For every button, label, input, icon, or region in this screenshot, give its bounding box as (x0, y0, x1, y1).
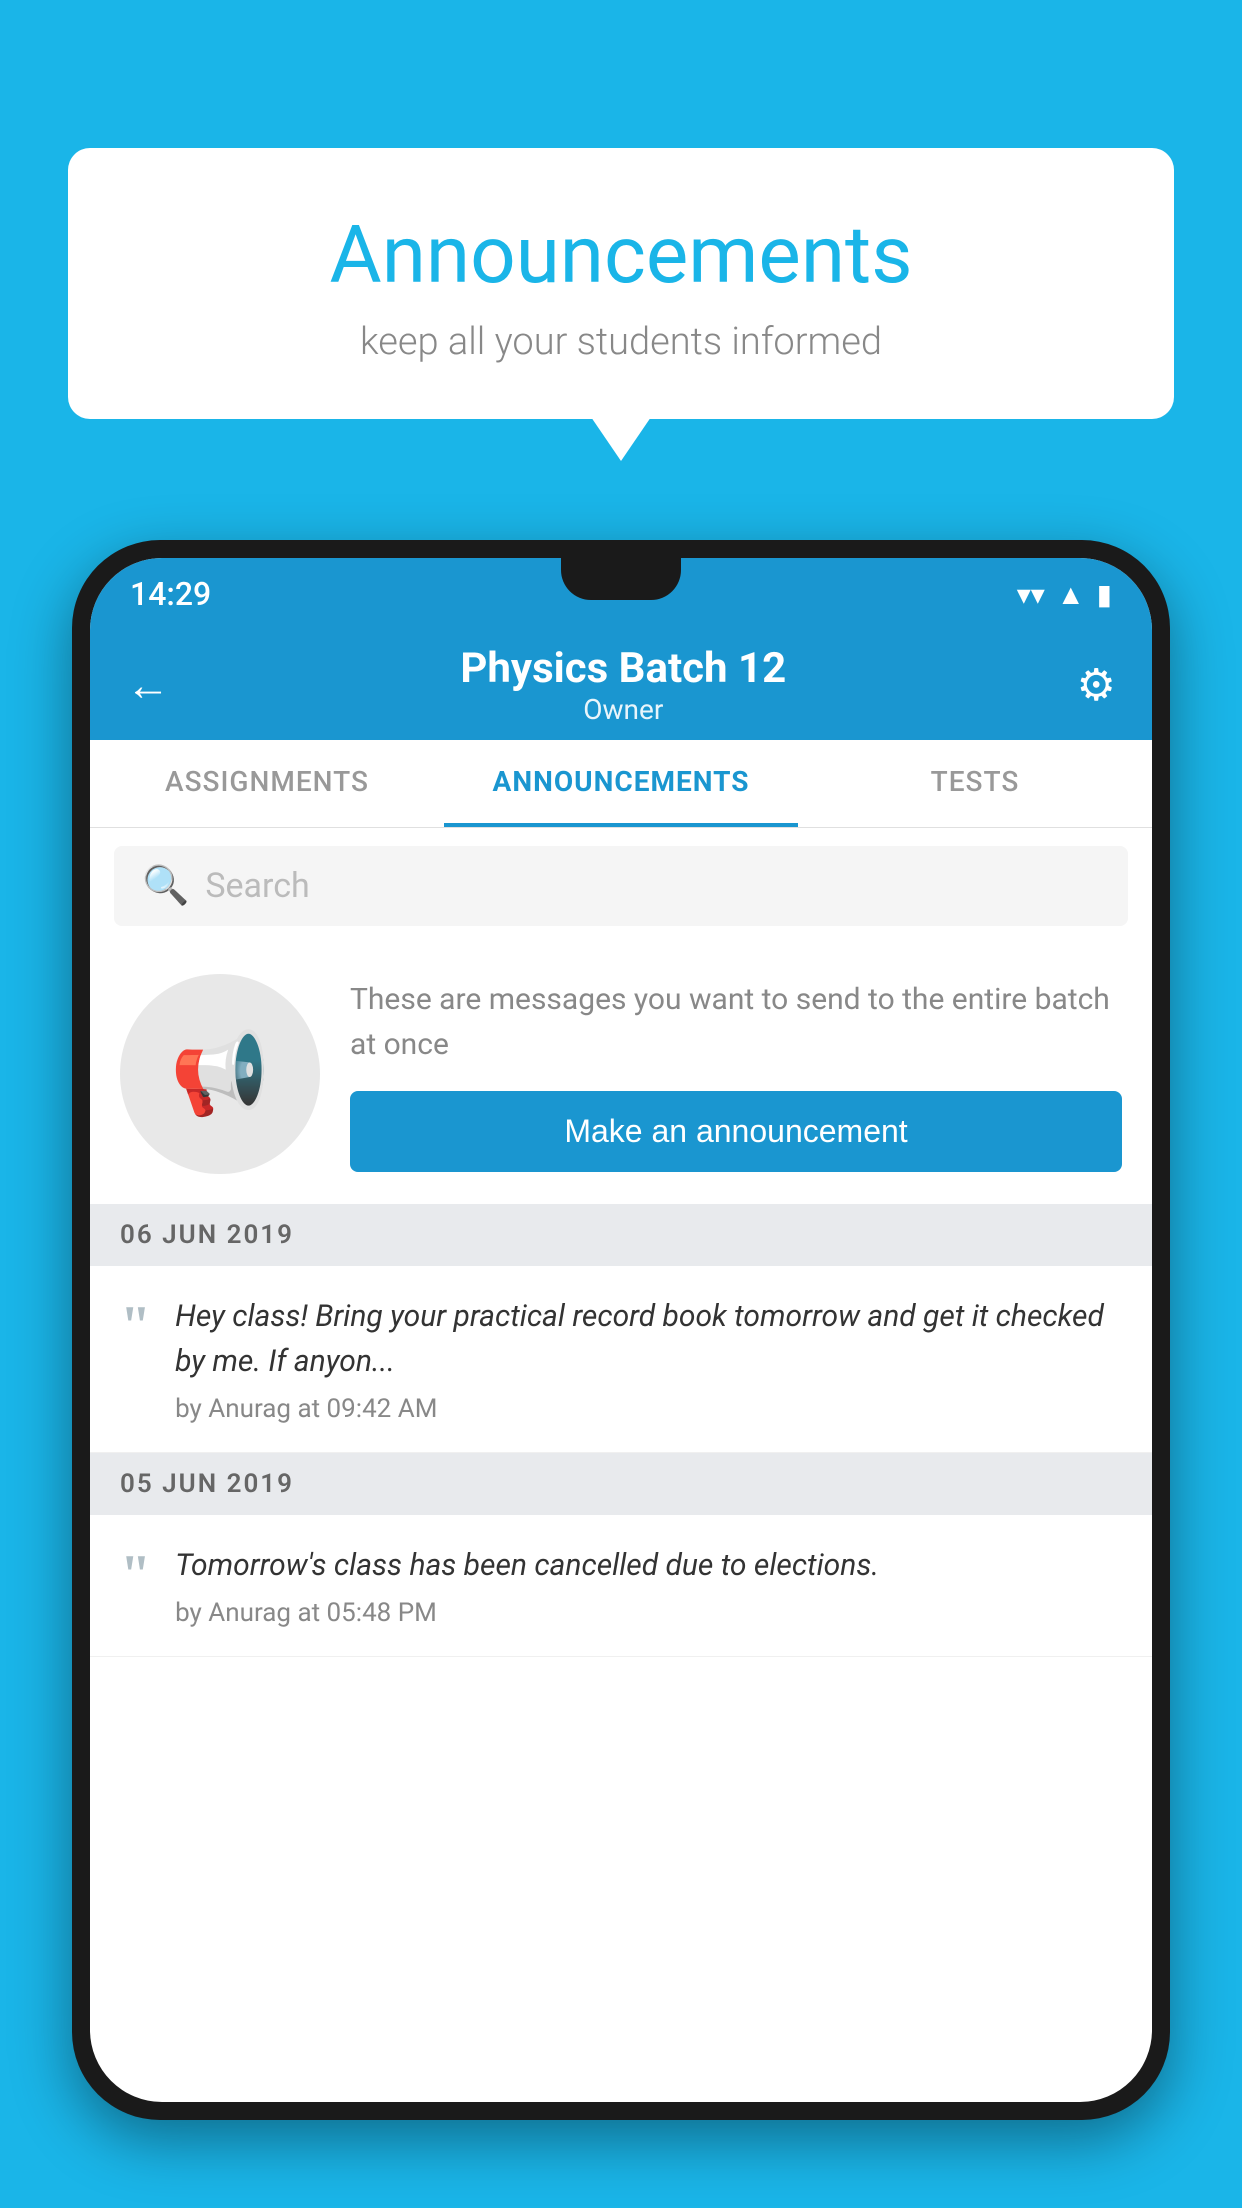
quote-icon-2: " (120, 1547, 151, 1603)
megaphone-icon: 📢 (170, 1027, 270, 1121)
bubble-subtitle: keep all your students informed (138, 320, 1104, 364)
content-area: 🔍 Search 📢 These are messages you want t… (90, 828, 1152, 1657)
header-center: Physics Batch 12 Owner (460, 644, 786, 726)
header-subtitle: Owner (460, 693, 786, 726)
battery-icon: ▮ (1097, 578, 1112, 611)
search-bar-container: 🔍 Search (90, 828, 1152, 944)
app-header: ← Physics Batch 12 Owner ⚙ (90, 630, 1152, 740)
promo-section: 📢 These are messages you want to send to… (90, 944, 1152, 1204)
status-bar: 14:29 ▾▾ ▲ ▮ (90, 558, 1152, 630)
announcement-content-1: Hey class! Bring your practical record b… (175, 1294, 1122, 1424)
search-placeholder: Search (205, 866, 309, 906)
promo-icon-circle: 📢 (120, 974, 320, 1174)
announcement-item-2[interactable]: " Tomorrow's class has been cancelled du… (90, 1515, 1152, 1657)
signal-icon: ▲ (1057, 578, 1085, 611)
phone-mockup: 14:29 ▾▾ ▲ ▮ ← Physics Batch 12 Owner ⚙ (72, 540, 1170, 2208)
tab-assignments[interactable]: ASSIGNMENTS (90, 740, 444, 827)
tab-announcements[interactable]: ANNOUNCEMENTS (444, 740, 798, 827)
announcement-text-2: Tomorrow's class has been cancelled due … (175, 1543, 1122, 1588)
bubble-title: Announcements (138, 208, 1104, 302)
date-divider-2: 05 JUN 2019 (90, 1453, 1152, 1515)
quote-icon-1: " (120, 1298, 151, 1354)
status-icons: ▾▾ ▲ ▮ (1017, 578, 1112, 611)
header-title: Physics Batch 12 (460, 644, 786, 693)
notch (561, 558, 681, 600)
speech-bubble-card: Announcements keep all your students inf… (68, 148, 1174, 419)
settings-icon[interactable]: ⚙ (1077, 659, 1116, 711)
announcement-content-2: Tomorrow's class has been cancelled due … (175, 1543, 1122, 1628)
search-icon: 🔍 (142, 864, 189, 908)
announcement-item-1[interactable]: " Hey class! Bring your practical record… (90, 1266, 1152, 1453)
announcement-text-1: Hey class! Bring your practical record b… (175, 1294, 1122, 1384)
phone-screen: 14:29 ▾▾ ▲ ▮ ← Physics Batch 12 Owner ⚙ (90, 558, 1152, 2102)
speech-bubble-section: Announcements keep all your students inf… (68, 148, 1174, 419)
announcement-author-2: by Anurag at 05:48 PM (175, 1598, 1122, 1628)
tabs-bar: ASSIGNMENTS ANNOUNCEMENTS TESTS (90, 740, 1152, 828)
back-button[interactable]: ← (126, 659, 170, 711)
date-divider-1: 06 JUN 2019 (90, 1204, 1152, 1266)
make-announcement-button[interactable]: Make an announcement (350, 1091, 1122, 1172)
status-time: 14:29 (130, 575, 211, 613)
tab-tests[interactable]: TESTS (798, 740, 1152, 827)
announcement-author-1: by Anurag at 09:42 AM (175, 1394, 1122, 1424)
promo-right: These are messages you want to send to t… (350, 977, 1122, 1172)
promo-description: These are messages you want to send to t… (350, 977, 1122, 1067)
phone-outer-shell: 14:29 ▾▾ ▲ ▮ ← Physics Batch 12 Owner ⚙ (72, 540, 1170, 2120)
search-bar[interactable]: 🔍 Search (114, 846, 1128, 926)
wifi-icon: ▾▾ (1017, 578, 1045, 611)
